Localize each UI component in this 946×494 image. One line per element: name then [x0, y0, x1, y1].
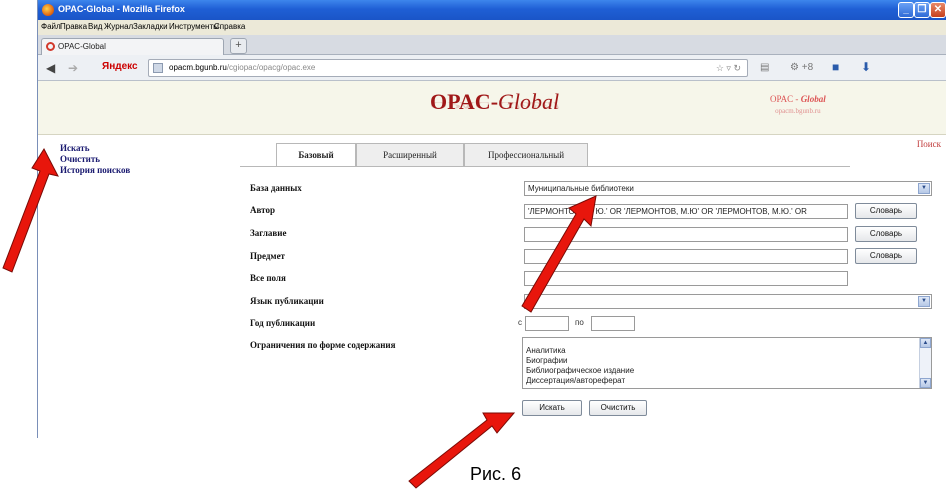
menu-help[interactable]: Справка — [214, 22, 245, 31]
database-select-value: Муниципальные библиотеки — [528, 184, 634, 193]
year-to-label: по — [575, 318, 584, 327]
clear-button[interactable]: Очистить — [589, 400, 647, 416]
tab-underline — [240, 166, 850, 167]
forward-arrow-icon[interactable]: ➔ — [68, 61, 78, 75]
sidebar-item-history[interactable]: История поисков — [60, 165, 130, 176]
menu-edit[interactable]: Правка — [60, 22, 87, 31]
url-bar[interactable]: opacm.bgunb.ru/cgiopac/opacg/opac.exe ☆ … — [148, 59, 748, 77]
chevron-down-icon[interactable]: ▼ — [918, 296, 930, 307]
database-select[interactable]: Муниципальные библиотеки ▼ — [524, 181, 932, 196]
back-arrow-icon[interactable]: ◀ — [46, 61, 55, 75]
menu-bar: Файл Правка Вид Журнал Закладки Инструме… — [38, 20, 946, 35]
title-input[interactable] — [524, 227, 848, 242]
menu-history[interactable]: Журнал — [104, 22, 133, 31]
listbox-scrollbar[interactable]: ▲ ▼ — [919, 338, 931, 388]
year-to-input[interactable] — [591, 316, 635, 331]
page-header: OPAC-Global OPAC-Global OPAC - Global opa… — [38, 81, 946, 135]
chevron-down-icon[interactable]: ▼ — [920, 378, 931, 388]
language-select[interactable]: ▼ — [524, 294, 932, 309]
title-dictionary-button[interactable]: Словарь — [855, 226, 917, 242]
all-fields-input[interactable] — [524, 271, 848, 286]
close-button[interactable]: ✕ — [930, 2, 946, 18]
database-label: База данных — [250, 183, 302, 193]
maximize-button[interactable]: ❐ — [914, 2, 930, 18]
download-icon[interactable]: ⬇ — [861, 60, 871, 74]
subject-dictionary-button[interactable]: Словарь — [855, 248, 917, 264]
tab-basic[interactable]: Базовый — [276, 143, 356, 167]
search-button[interactable]: Искать — [522, 400, 582, 416]
title-label: Заглавие — [250, 228, 287, 238]
sidebar-item-clear[interactable]: Очистить — [60, 154, 130, 165]
author-input[interactable]: 'ЛЕРМОНТОВ, М. Ю.' OR 'ЛЕРМОНТОВ, М.Ю' O… — [524, 204, 848, 219]
year-from-label: с — [518, 318, 522, 327]
sidebar: Искать Очистить История поисков — [18, 143, 130, 176]
star-icon[interactable]: ☆ ▿ ↻ — [716, 63, 741, 74]
small-logo[interactable]: OPAC - Global opacm.bgunb.ru — [770, 94, 826, 115]
search-link[interactable]: Поиск — [917, 139, 941, 149]
list-item[interactable]: Диссертация/автореферат — [526, 376, 625, 385]
figure-caption: Рис. 6 — [470, 464, 522, 484]
site-identity-icon[interactable] — [153, 63, 163, 73]
all-fields-label: Все поля — [250, 273, 286, 283]
logo-reflection: OPAC-Global — [430, 99, 560, 111]
bookmark-toolbar-icon[interactable]: ■ — [832, 60, 839, 74]
menu-bookmarks[interactable]: Закладки — [133, 22, 168, 31]
addon-icon: ⚙ — [790, 62, 799, 73]
minimize-button[interactable]: _ — [898, 2, 914, 18]
author-dictionary-button[interactable]: Словарь — [855, 203, 917, 219]
chevron-up-icon[interactable]: ▲ — [920, 338, 931, 348]
navigation-bar: ◀ ➔ Яндекс opacm.bgunb.ru/cgiopac/opacg/… — [38, 55, 946, 81]
list-item[interactable]: Аналитика — [526, 346, 566, 355]
language-label: Язык публикации — [250, 296, 324, 306]
rss-icon[interactable]: ▤ — [760, 62, 769, 73]
title-bar: OPAC-Global - Mozilla Firefox _ ❐ ✕ — [38, 0, 946, 20]
subject-label: Предмет — [250, 251, 285, 261]
new-tab-button[interactable]: + — [230, 38, 247, 54]
content-form-listbox[interactable]: Аналитика Биографии Библиографическое из… — [522, 337, 932, 389]
sidebar-item-search[interactable]: Искать — [60, 143, 130, 154]
author-input-value: 'ЛЕРМОНТОВ, М. Ю.' OR 'ЛЕРМОНТОВ, М.Ю' O… — [528, 207, 807, 216]
year-label: Год публикации — [250, 318, 316, 328]
browser-tab-label: OPAC-Global — [58, 42, 106, 51]
chevron-down-icon[interactable]: ▼ — [918, 183, 930, 194]
yandex-logo[interactable]: Яндекс — [102, 61, 138, 72]
browser-tab[interactable]: OPAC-Global — [41, 38, 224, 55]
url-text: opacm.bgunb.ru/cgiopac/opacg/opac.exe — [169, 63, 316, 72]
author-label: Автор — [250, 205, 275, 215]
subject-input[interactable] — [524, 249, 848, 264]
firefox-icon — [42, 4, 54, 16]
menu-view[interactable]: Вид — [88, 22, 102, 31]
list-item[interactable]: Биографии — [526, 356, 568, 365]
list-item[interactable]: Библиографическое издание — [526, 366, 634, 375]
zoom-indicator[interactable]: ⚙ +8 — [790, 62, 813, 73]
menu-tools[interactable]: Инструменты — [169, 22, 219, 31]
tab-bar: OPAC-Global + — [38, 35, 946, 55]
content-form-label: Ограничения по форме содержания — [250, 340, 396, 350]
menu-file[interactable]: Файл — [41, 22, 61, 31]
window-title: OPAC-Global - Mozilla Firefox — [58, 4, 185, 14]
tab-professional[interactable]: Профессиональный — [464, 143, 588, 167]
tab-advanced[interactable]: Расширенный — [356, 143, 464, 167]
year-from-input[interactable] — [525, 316, 569, 331]
opac-favicon — [46, 42, 55, 51]
